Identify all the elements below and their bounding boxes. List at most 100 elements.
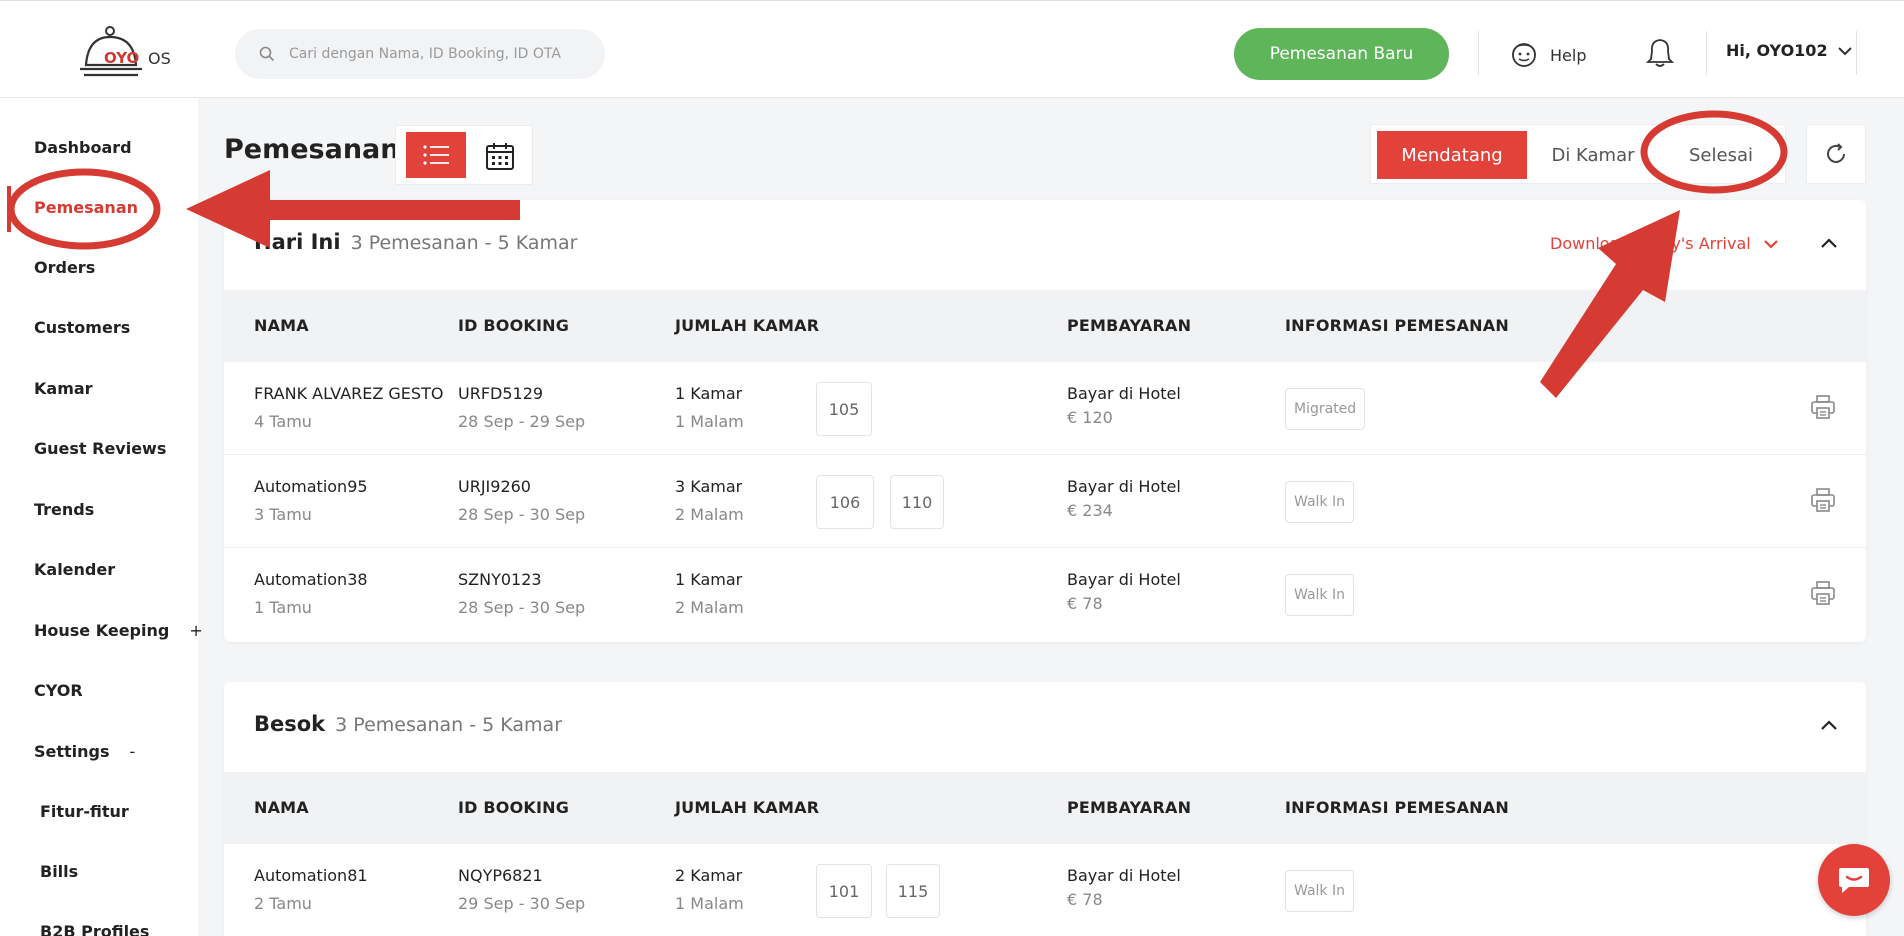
booking-source-tag: Walk In	[1285, 870, 1354, 912]
sidebar-item-cyor[interactable]: CYOR	[34, 681, 83, 700]
sidebar-item-fitur-fitur[interactable]: Fitur-fitur	[40, 802, 129, 821]
sidebar-item-label: B2B Profiles	[40, 922, 150, 936]
sidebar-item-label: Kamar	[34, 379, 93, 398]
night-count: 2 Malam	[675, 505, 744, 524]
booking-source-tag: Migrated	[1285, 388, 1366, 430]
guest-count: 4 Tamu	[254, 412, 312, 431]
help-label: Help	[1550, 45, 1587, 65]
tab-di-kamar[interactable]: Di Kamar	[1533, 131, 1653, 179]
room-count: 3 Kamar	[675, 477, 743, 496]
table-row[interactable]: Automation81 2 Tamu NQYP6821 29 Sep - 30…	[224, 844, 1866, 936]
sidebar-item-pemesanan[interactable]: Pemesanan	[34, 198, 138, 217]
printer-icon	[1811, 488, 1835, 512]
column-header: ID BOOKING	[458, 798, 570, 817]
booking-id: SZNY0123	[458, 570, 542, 589]
header-divider	[1856, 31, 1857, 75]
sidebar-item-customers[interactable]: Customers	[34, 318, 130, 337]
user-greeting: Hi, OYO102	[1726, 41, 1828, 60]
header-divider	[1478, 31, 1479, 75]
top-header: OYO OS Pemesanan Baru Help Hi, OYO102	[0, 0, 1904, 98]
chevron-up-icon	[1821, 720, 1837, 730]
sidebar-item-dashboard[interactable]: Dashboard	[34, 138, 132, 157]
chat-support-button[interactable]	[1818, 844, 1890, 916]
column-header: PEMBAYARAN	[1067, 316, 1192, 335]
guest-count: 3 Tamu	[254, 505, 312, 524]
sidebar-item-house-keeping[interactable]: House Keeping +	[34, 621, 203, 640]
booking-source-tag: Walk In	[1285, 574, 1354, 616]
search-input[interactable]	[289, 46, 589, 62]
guest-count: 2 Tamu	[254, 894, 312, 913]
table-row[interactable]: FRANK ALVAREZ GESTO 4 Tamu URFD5129 28 S…	[224, 362, 1866, 455]
booking-id: URFD5129	[458, 384, 544, 403]
new-booking-button[interactable]: Pemesanan Baru	[1234, 28, 1449, 80]
notification-bell[interactable]	[1645, 37, 1675, 73]
sidebar-item-bills[interactable]: Bills	[40, 862, 78, 881]
guest-count: 1 Tamu	[254, 598, 312, 617]
payment-amount: € 234	[1067, 501, 1113, 520]
sidebar-item-label: Kalender	[34, 560, 116, 579]
chat-icon	[1839, 868, 1869, 893]
section-title: Besok 3 Pemesanan - 5 Kamar	[254, 712, 562, 736]
room-number[interactable]: 115	[886, 864, 940, 918]
night-count: 1 Malam	[675, 412, 744, 431]
chevron-up-icon	[1821, 238, 1837, 248]
room-number[interactable]: 106	[816, 475, 874, 529]
sidebar: Dashboard Pemesanan Orders Customers Kam…	[0, 98, 203, 936]
sidebar-item-kalender[interactable]: Kalender	[34, 560, 115, 579]
booking-id: URJI9260	[458, 477, 531, 496]
sidebar-item-orders[interactable]: Orders	[34, 258, 95, 277]
room-count: 2 Kamar	[675, 866, 743, 885]
calendar-icon	[486, 143, 514, 170]
booking-source-tag: Walk In	[1285, 481, 1354, 523]
sidebar-item-kamar[interactable]: Kamar	[34, 379, 93, 398]
print-button[interactable]	[1810, 487, 1836, 517]
oyo-logo[interactable]: OYO OS	[78, 25, 188, 81]
room-number[interactable]: 110	[890, 475, 944, 529]
room-number[interactable]: 105	[816, 382, 872, 436]
active-indicator	[7, 186, 11, 232]
collapse-section-button[interactable]	[1820, 716, 1838, 735]
print-button[interactable]	[1810, 394, 1836, 424]
sidebar-item-label: Settings	[34, 742, 110, 761]
night-count: 1 Malam	[675, 894, 744, 913]
collapse-section-button[interactable]	[1820, 234, 1838, 253]
payment-method: Bayar di Hotel	[1067, 477, 1181, 496]
sidebar-item-settings[interactable]: Settings -	[34, 742, 135, 761]
booking-status-tabs: Mendatang Di Kamar Selesai	[1370, 124, 1786, 184]
sidebar-item-label: House Keeping	[34, 621, 170, 640]
sidebar-item-trends[interactable]: Trends	[34, 500, 94, 519]
sidebar-item-guest-reviews[interactable]: Guest Reviews	[34, 439, 166, 458]
column-header: INFORMASI PEMESANAN	[1285, 316, 1509, 335]
list-view-button[interactable]	[406, 132, 466, 178]
payment-amount: € 78	[1067, 594, 1103, 613]
guest-name: Automation38	[254, 570, 368, 589]
sidebar-item-label: Pemesanan	[34, 198, 138, 217]
stay-dates: 28 Sep - 29 Sep	[458, 412, 586, 431]
download-arrivals-link[interactable]: Download Today's Arrival	[1550, 234, 1779, 253]
table-row[interactable]: Automation95 3 Tamu URJI9260 28 Sep - 30…	[224, 455, 1866, 548]
chevron-down-icon	[1763, 239, 1778, 249]
section-header: Besok 3 Pemesanan - 5 Kamar	[224, 682, 1866, 772]
table-row[interactable]: Automation38 1 Tamu SZNY0123 28 Sep - 30…	[224, 548, 1866, 641]
column-header: INFORMASI PEMESANAN	[1285, 798, 1509, 817]
table-header: NAMA ID BOOKING JUMLAH KAMAR PEMBAYARAN …	[224, 290, 1866, 362]
search-box[interactable]	[235, 29, 605, 79]
refresh-button[interactable]	[1806, 124, 1866, 184]
user-menu[interactable]: Hi, OYO102	[1726, 41, 1852, 60]
tab-selesai[interactable]: Selesai	[1661, 131, 1781, 179]
room-number[interactable]: 101	[816, 864, 872, 918]
tab-mendatang[interactable]: Mendatang	[1377, 131, 1527, 179]
column-header: NAMA	[254, 316, 309, 335]
payment-method: Bayar di Hotel	[1067, 384, 1181, 403]
list-icon	[423, 145, 449, 165]
sidebar-item-label: Dashboard	[34, 138, 132, 157]
calendar-view-button[interactable]	[478, 134, 522, 178]
guest-name: Automation95	[254, 477, 368, 496]
refresh-icon	[1827, 143, 1845, 163]
payment-amount: € 78	[1067, 890, 1103, 909]
sidebar-item-b2b-profiles[interactable]: B2B Profiles	[40, 922, 149, 936]
help-link[interactable]: Help	[1510, 41, 1586, 69]
column-header: ID BOOKING	[458, 316, 570, 335]
print-button[interactable]	[1810, 580, 1836, 610]
support-agent-icon	[1512, 43, 1536, 67]
